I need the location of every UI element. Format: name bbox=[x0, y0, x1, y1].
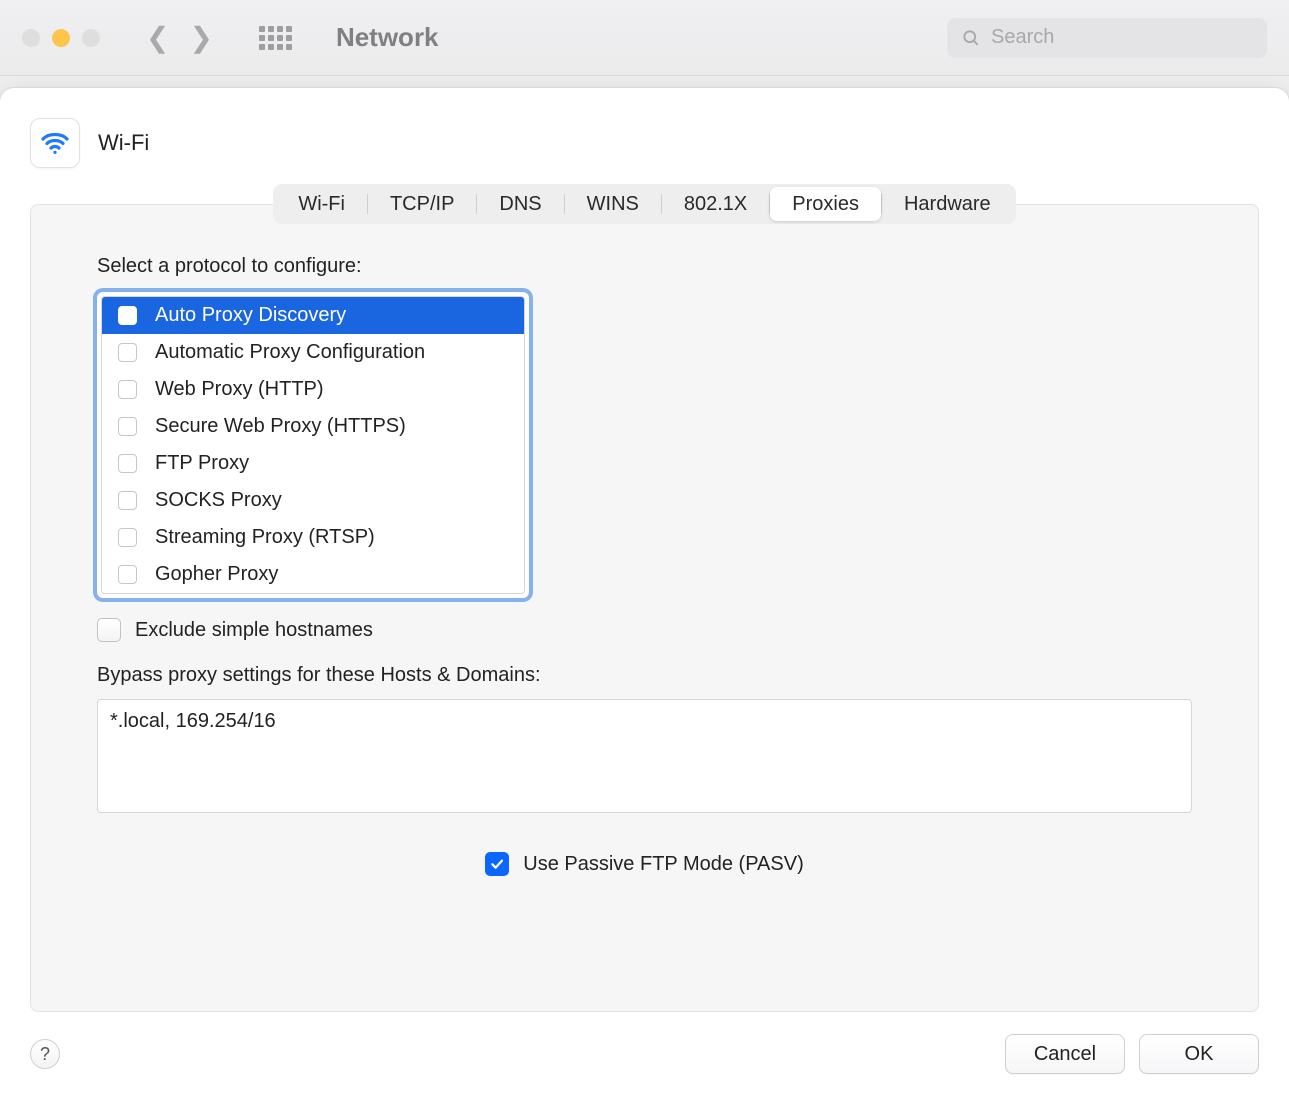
protocol-list[interactable]: Auto Proxy Discovery Automatic Proxy Conf… bbox=[101, 296, 525, 594]
exclude-simple-hostnames-row[interactable]: Exclude simple hostnames bbox=[97, 618, 1192, 642]
search-placeholder: Search bbox=[991, 26, 1054, 49]
back-button[interactable]: ❮ bbox=[146, 21, 169, 54]
protocol-row[interactable]: SOCKS Proxy bbox=[102, 482, 524, 519]
connection-header: Wi-Fi bbox=[30, 118, 1259, 168]
protocol-row[interactable]: Secure Web Proxy (HTTPS) bbox=[102, 408, 524, 445]
protocol-checkbox[interactable] bbox=[118, 528, 137, 547]
window-zoom-button[interactable] bbox=[82, 29, 100, 47]
proxies-panel: Select a protocol to configure: Auto Pro… bbox=[30, 204, 1259, 1012]
protocol-checkbox[interactable] bbox=[118, 454, 137, 473]
protocol-label: Automatic Proxy Configuration bbox=[155, 341, 425, 364]
tab-dns[interactable]: DNS bbox=[477, 187, 563, 221]
protocol-list-focus-ring: Auto Proxy Discovery Automatic Proxy Conf… bbox=[97, 292, 529, 598]
protocol-label: Auto Proxy Discovery bbox=[155, 304, 346, 327]
protocol-row[interactable]: Automatic Proxy Configuration bbox=[102, 334, 524, 371]
protocol-label: FTP Proxy bbox=[155, 452, 249, 475]
passive-ftp-label: Use Passive FTP Mode (PASV) bbox=[523, 853, 803, 876]
show-all-icon[interactable] bbox=[259, 26, 292, 50]
protocol-select-label: Select a protocol to configure: bbox=[97, 255, 1192, 278]
tab-wifi[interactable]: Wi-Fi bbox=[276, 187, 367, 221]
protocol-row[interactable]: Web Proxy (HTTP) bbox=[102, 371, 524, 408]
window-minimize-button[interactable] bbox=[52, 29, 70, 47]
nav-arrows: ❮ ❯ bbox=[146, 21, 213, 54]
toolbar: ❮ ❯ Network Search bbox=[0, 0, 1289, 76]
tab-tcpip[interactable]: TCP/IP bbox=[368, 187, 476, 221]
protocol-checkbox[interactable] bbox=[118, 565, 137, 584]
advanced-sheet: Wi-Fi Wi-FiTCP/IPDNSWINS802.1XProxiesHar… bbox=[0, 88, 1289, 1094]
protocol-label: Secure Web Proxy (HTTPS) bbox=[155, 415, 406, 438]
sheet-backdrop: Wi-Fi Wi-FiTCP/IPDNSWINS802.1XProxiesHar… bbox=[0, 76, 1289, 1094]
connection-name: Wi-Fi bbox=[98, 130, 149, 156]
tab-proxies[interactable]: Proxies bbox=[770, 187, 881, 221]
protocol-checkbox[interactable] bbox=[118, 380, 137, 399]
exclude-simple-hostnames-checkbox[interactable] bbox=[97, 618, 121, 642]
protocol-label: Web Proxy (HTTP) bbox=[155, 378, 324, 401]
forward-button[interactable]: ❯ bbox=[189, 21, 212, 54]
help-button[interactable]: ? bbox=[30, 1039, 60, 1069]
protocol-checkbox[interactable] bbox=[118, 306, 137, 325]
protocol-row[interactable]: FTP Proxy bbox=[102, 445, 524, 482]
search-field[interactable]: Search bbox=[947, 18, 1267, 58]
wifi-icon bbox=[30, 118, 80, 168]
protocol-label: SOCKS Proxy bbox=[155, 489, 282, 512]
protocol-checkbox[interactable] bbox=[118, 491, 137, 510]
protocol-label: Streaming Proxy (RTSP) bbox=[155, 526, 375, 549]
protocol-row[interactable]: Streaming Proxy (RTSP) bbox=[102, 519, 524, 556]
sheet-footer: ? Cancel OK bbox=[30, 1034, 1259, 1074]
window-close-button[interactable] bbox=[22, 29, 40, 47]
protocol-row[interactable]: Gopher Proxy bbox=[102, 556, 524, 593]
toolbar-title: Network bbox=[336, 22, 439, 53]
protocol-checkbox[interactable] bbox=[118, 417, 137, 436]
bypass-label: Bypass proxy settings for these Hosts & … bbox=[97, 664, 1192, 687]
protocol-label: Gopher Proxy bbox=[155, 563, 278, 586]
exclude-simple-hostnames-label: Exclude simple hostnames bbox=[135, 619, 373, 642]
passive-ftp-row[interactable]: Use Passive FTP Mode (PASV) bbox=[97, 852, 1192, 876]
passive-ftp-checkbox[interactable] bbox=[485, 852, 509, 876]
tab-hardware[interactable]: Hardware bbox=[882, 187, 1013, 221]
cancel-button[interactable]: Cancel bbox=[1005, 1034, 1125, 1074]
tab-wins[interactable]: WINS bbox=[565, 187, 661, 221]
tab-8021x[interactable]: 802.1X bbox=[662, 187, 769, 221]
bypass-textarea[interactable] bbox=[97, 699, 1192, 813]
protocol-checkbox[interactable] bbox=[118, 343, 137, 362]
search-icon bbox=[961, 28, 981, 48]
protocol-row[interactable]: Auto Proxy Discovery bbox=[102, 297, 524, 334]
tab-bar: Wi-FiTCP/IPDNSWINS802.1XProxiesHardware bbox=[273, 184, 1015, 224]
ok-button[interactable]: OK bbox=[1139, 1034, 1259, 1074]
window-controls bbox=[22, 29, 100, 47]
